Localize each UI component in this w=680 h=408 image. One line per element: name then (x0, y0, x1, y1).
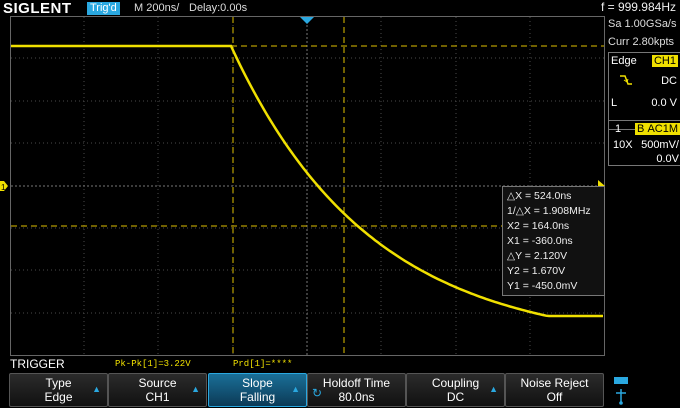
channel-1-info-box[interactable]: 1 B AC1M 10X 500mV/ 0.0V (608, 120, 680, 166)
softkey-value: 80.0ns (338, 390, 375, 404)
memory-depth: Curr 2.80kpts (608, 36, 675, 48)
cursor-x1: X1 = -360.0ns (507, 235, 573, 247)
type-softkey[interactable]: Type Edge ▲ (9, 373, 108, 407)
rotate-knob-icon: ↻ (312, 386, 323, 400)
trigger-level-label: L (611, 97, 618, 109)
trigger-source-badge: CH1 (651, 55, 678, 67)
up-arrow-icon: ▲ (291, 384, 300, 394)
trigger-type: Edge (611, 55, 637, 67)
cursor-y1: Y1 = -450.0mV (507, 280, 578, 292)
channel-number: 1 (615, 123, 622, 135)
cursor-x2: X2 = 164.0ns (507, 220, 570, 232)
softkey-label: Holdoff Time (322, 376, 391, 390)
trigger-coupling: DC (661, 75, 677, 87)
cursor-y2: Y2 = 1.670V (507, 265, 566, 277)
probe-attenuation: 10X (613, 139, 633, 151)
softkey-label: Noise Reject (520, 376, 589, 390)
right-info-panel: Sa 1.00GSa/s Curr 2.80kpts Edge CH1 DC L… (606, 16, 680, 356)
svg-text:1: 1 (1, 183, 6, 192)
slope-softkey[interactable]: Slope Falling ▲ (208, 373, 307, 407)
delta-y: △Y = 2.120V (507, 250, 568, 262)
softkey-value: Off (546, 390, 563, 404)
trigger-info-box[interactable]: Edge CH1 DC L 0.0 V (608, 52, 680, 130)
channel-coupling-badge: AC1M (645, 123, 680, 135)
source-softkey[interactable]: Source CH1 ▲ (108, 373, 207, 407)
trigger-position-marker (300, 17, 314, 24)
sample-rate: Sa 1.00GSa/s (608, 18, 677, 30)
delta-x: △X = 524.0ns (507, 190, 572, 202)
usb-icon (614, 377, 628, 405)
pkpk-measurement: Pk-Pk[1]=3.22V (115, 359, 191, 369)
coupling-softkey[interactable]: Coupling DC ▲ (406, 373, 505, 407)
channel-1-marker: 1 (0, 181, 8, 192)
softkey-bar: Type Edge ▲ Source CH1 ▲ Slope Falling ▲… (0, 373, 680, 408)
menu-title: TRIGGER (10, 357, 65, 371)
noise-reject-softkey[interactable]: Noise Reject Off (505, 373, 604, 407)
up-arrow-icon: ▲ (489, 384, 498, 394)
up-arrow-icon: ▲ (92, 384, 101, 394)
status-bar: TRIGGER Pk-Pk[1]=3.22V Prd[1]=**** (0, 356, 680, 372)
holdoff-time-softkey[interactable]: ↻ Holdoff Time 80.0ns (307, 373, 406, 407)
falling-edge-icon (620, 75, 632, 85)
volts-per-div: 500mV/ (641, 139, 679, 151)
period-measurement: Prd[1]=**** (233, 359, 293, 369)
cursor-measurements-panel: △X = 524.0ns 1/△X = 1.908MHz X2 = 164.0n… (502, 186, 605, 296)
up-arrow-icon: ▲ (191, 384, 200, 394)
channel-offset: 0.0V (656, 153, 679, 165)
inverse-delta-x: 1/△X = 1.908MHz (507, 205, 591, 217)
trigger-level-value: 0.0 V (651, 97, 677, 109)
